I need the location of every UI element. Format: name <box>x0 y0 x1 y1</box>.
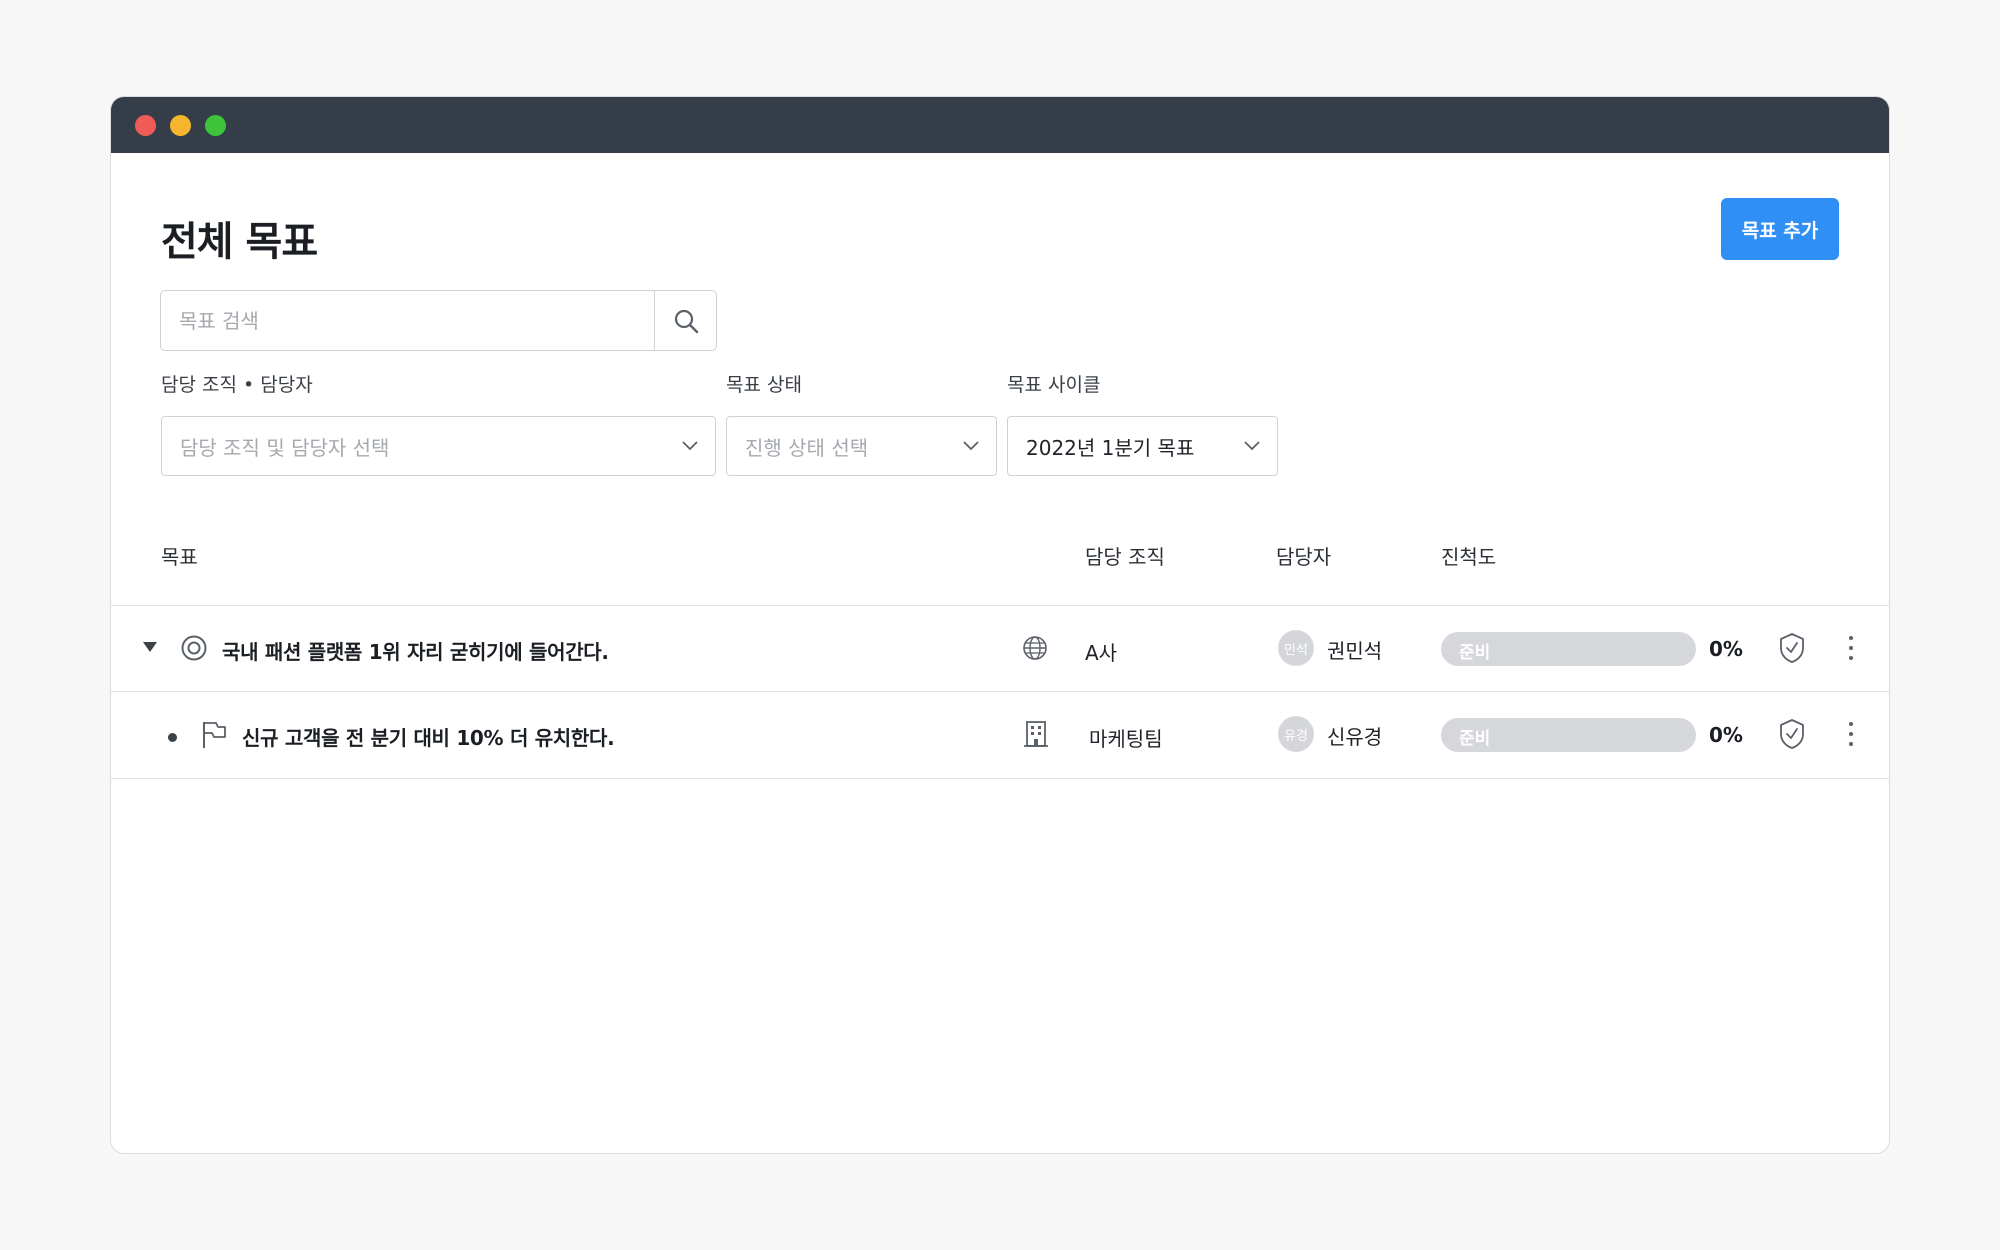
column-header-progress: 진척도 <box>1441 545 1497 569</box>
chevron-down-icon <box>682 441 698 451</box>
maximize-window-button[interactable] <box>205 114 226 136</box>
progress-bar: 준비 <box>1441 632 1696 666</box>
main-content: 전체 목표 목표 추가 담당 조직 • 담당자 목표 상태 목표 사이클 담당 … <box>111 153 1889 1153</box>
org-name: A사 <box>1085 641 1118 665</box>
app-window: 전체 목표 목표 추가 담당 조직 • 담당자 목표 상태 목표 사이클 담당 … <box>110 96 1890 1154</box>
minimize-window-button[interactable] <box>170 114 191 136</box>
title-bar <box>111 97 1889 153</box>
status-select-placeholder: 진행 상태 선택 <box>745 435 869 460</box>
more-options-icon[interactable] <box>1841 716 1861 752</box>
search-input[interactable] <box>161 291 654 350</box>
add-goal-button[interactable]: 목표 추가 <box>1721 198 1839 260</box>
avatar: 민석 <box>1278 630 1314 666</box>
progress-percent: 0% <box>1709 637 1743 661</box>
assignee-name: 신유경 <box>1327 725 1383 749</box>
more-options-icon[interactable] <box>1841 630 1861 666</box>
column-header-goal: 목표 <box>161 545 198 569</box>
caret-down-icon[interactable] <box>143 642 157 652</box>
cycle-select-value: 2022년 1분기 목표 <box>1026 435 1195 460</box>
avatar: 유경 <box>1278 716 1314 752</box>
status-select[interactable]: 진행 상태 선택 <box>726 416 997 476</box>
search-button[interactable] <box>654 291 716 350</box>
goal-title[interactable]: 국내 패션 플랫폼 1위 자리 굳히기에 들어간다. <box>222 636 609 665</box>
page-title: 전체 목표 <box>161 219 318 265</box>
row-divider <box>111 778 1889 779</box>
shield-check-icon[interactable] <box>1777 718 1807 750</box>
shield-check-icon[interactable] <box>1777 632 1807 664</box>
org-assignee-select[interactable]: 담당 조직 및 담당자 선택 <box>161 416 716 476</box>
goal-title[interactable]: 신규 고객을 전 분기 대비 10% 더 유치한다. <box>242 722 615 751</box>
building-icon <box>1024 721 1048 747</box>
status-filter-label: 목표 상태 <box>726 374 802 396</box>
org-assignee-select-placeholder: 담당 조직 및 담당자 선택 <box>180 435 390 460</box>
progress-bar: 준비 <box>1441 718 1696 752</box>
globe-icon <box>1023 636 1047 660</box>
search-box <box>160 290 717 351</box>
assignee-name: 권민석 <box>1327 639 1383 663</box>
table-row[interactable]: 신규 고객을 전 분기 대비 10% 더 유치한다. 마케팅팀 유경 신유경 준… <box>111 692 1889 776</box>
status-label: 준비 <box>1459 729 1491 749</box>
search-icon <box>674 309 698 333</box>
column-header-org: 담당 조직 <box>1085 545 1165 569</box>
bullet-icon <box>168 733 177 742</box>
org-assignee-filter-label: 담당 조직 • 담당자 <box>161 374 313 396</box>
status-label: 준비 <box>1459 643 1491 663</box>
chevron-down-icon <box>1244 441 1260 451</box>
org-name: 마케팅팀 <box>1089 727 1163 751</box>
chevron-down-icon <box>963 441 979 451</box>
cycle-filter-label: 목표 사이클 <box>1007 374 1101 396</box>
table-row[interactable]: 국내 패션 플랫폼 1위 자리 굳히기에 들어간다. A사 민석 권민석 준비 … <box>111 606 1889 690</box>
close-window-button[interactable] <box>135 114 156 136</box>
flag-icon <box>203 722 226 748</box>
cycle-select[interactable]: 2022년 1분기 목표 <box>1007 416 1278 476</box>
column-header-assignee: 담당자 <box>1276 545 1332 569</box>
progress-percent: 0% <box>1709 723 1743 747</box>
target-icon <box>181 635 207 661</box>
